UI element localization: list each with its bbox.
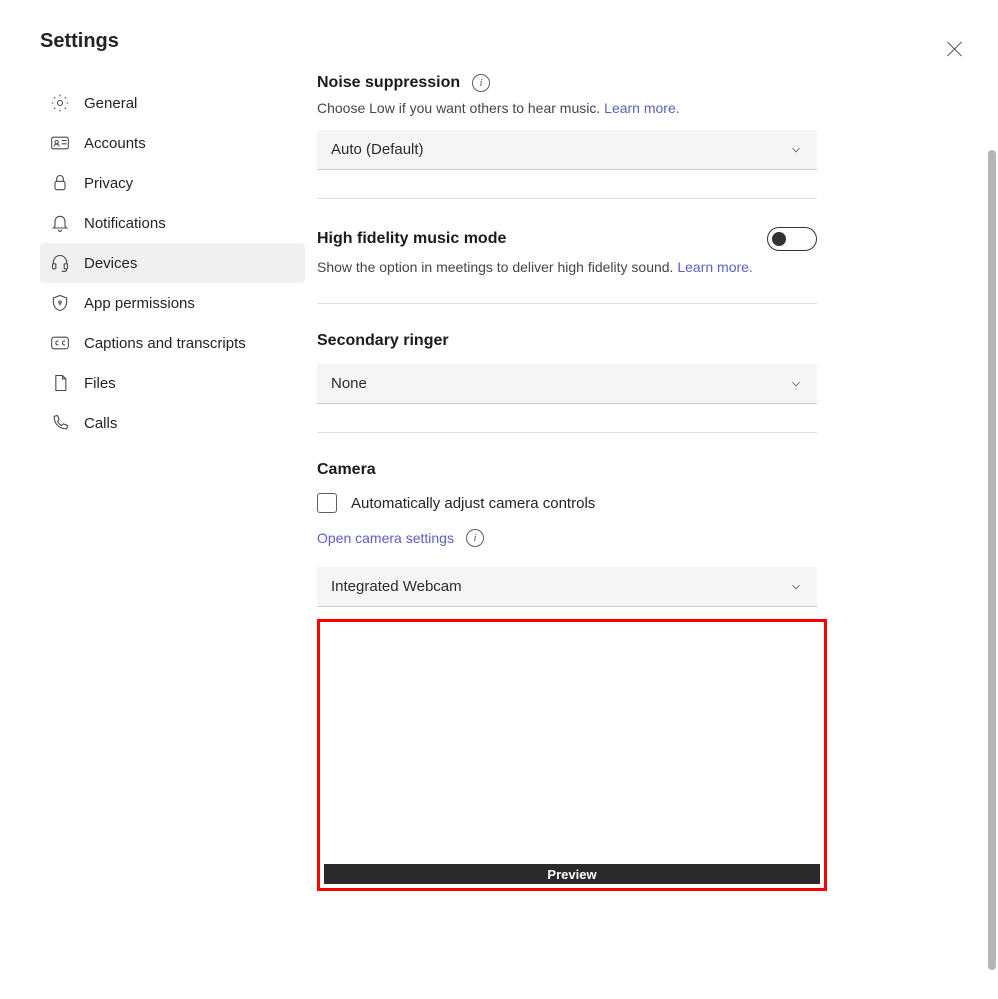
noise-desc: Choose Low if you want others to hear mu… — [317, 100, 600, 116]
scrollbar[interactable] — [988, 150, 996, 970]
sidebar-item-devices[interactable]: Devices — [40, 243, 305, 283]
sidebar-item-label: Notifications — [84, 215, 166, 232]
select-value: None — [331, 375, 367, 392]
info-icon[interactable]: i — [466, 529, 484, 547]
page-title: Settings — [40, 30, 305, 53]
file-icon — [50, 373, 70, 393]
sidebar-item-accounts[interactable]: Accounts — [40, 123, 305, 163]
chevron-down-icon — [789, 143, 803, 157]
secondary-ringer-select[interactable]: None — [317, 364, 817, 404]
close-icon[interactable] — [946, 40, 964, 58]
learn-more-link[interactable]: Learn more. — [677, 259, 752, 275]
camera-preview: Preview — [317, 619, 827, 891]
sidebar-item-calls[interactable]: Calls — [40, 403, 305, 443]
camera-title: Camera — [317, 461, 376, 478]
phone-icon — [50, 413, 70, 433]
cc-icon — [50, 333, 70, 353]
sidebar-item-files[interactable]: Files — [40, 363, 305, 403]
info-icon[interactable]: i — [472, 74, 490, 92]
sidebar-item-label: Files — [84, 375, 116, 392]
noise-suppression-title: Noise suppression — [317, 74, 460, 91]
id-card-icon — [50, 133, 70, 153]
select-value: Auto (Default) — [331, 141, 424, 158]
open-camera-settings-link[interactable]: Open camera settings — [317, 530, 454, 546]
chevron-down-icon — [789, 377, 803, 391]
chevron-down-icon — [789, 580, 803, 594]
sidebar-item-notifications[interactable]: Notifications — [40, 203, 305, 243]
noise-suppression-select[interactable]: Auto (Default) — [317, 130, 817, 170]
sidebar-item-label: General — [84, 95, 137, 112]
camera-select[interactable]: Integrated Webcam — [317, 567, 817, 607]
divider — [317, 303, 817, 304]
sidebar-item-captions[interactable]: Captions and transcripts — [40, 323, 305, 363]
headset-icon — [50, 253, 70, 273]
shield-icon — [50, 293, 70, 313]
sidebar-item-label: Captions and transcripts — [84, 335, 246, 352]
sidebar-item-label: Privacy — [84, 175, 133, 192]
hifi-desc: Show the option in meetings to deliver h… — [317, 259, 673, 275]
sidebar-item-general[interactable]: General — [40, 83, 305, 123]
secondary-ringer-title: Secondary ringer — [317, 332, 449, 349]
sidebar-item-app-permissions[interactable]: App permissions — [40, 283, 305, 323]
preview-label: Preview — [324, 864, 820, 884]
sidebar-item-label: Accounts — [84, 135, 146, 152]
sidebar-item-label: App permissions — [84, 295, 195, 312]
hifi-title: High fidelity music mode — [317, 230, 506, 248]
sidebar-item-label: Devices — [84, 255, 137, 272]
auto-adjust-label: Automatically adjust camera controls — [351, 495, 595, 512]
hifi-toggle[interactable] — [767, 227, 817, 251]
auto-adjust-checkbox[interactable] — [317, 493, 337, 513]
gear-icon — [50, 93, 70, 113]
lock-icon — [50, 173, 70, 193]
sidebar-item-label: Calls — [84, 415, 117, 432]
sidebar-item-privacy[interactable]: Privacy — [40, 163, 305, 203]
learn-more-link[interactable]: Learn more. — [604, 100, 679, 116]
select-value: Integrated Webcam — [331, 578, 462, 595]
divider — [317, 432, 817, 433]
divider — [317, 198, 817, 199]
bell-icon — [50, 213, 70, 233]
